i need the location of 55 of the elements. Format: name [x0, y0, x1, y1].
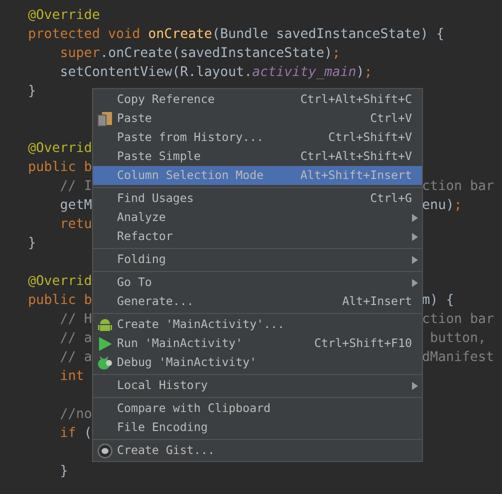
- menu-item[interactable]: Generate... Alt+Insert: [93, 292, 422, 311]
- menu-item[interactable]: Paste Simple Ctrl+Alt+Shift+V: [93, 147, 422, 166]
- code-line: button,: [429, 331, 486, 346]
- menu-item[interactable]: Create 'MainActivity'...: [93, 315, 422, 334]
- bug-icon: [97, 354, 113, 370]
- code-line: @Overrid: [28, 141, 92, 156]
- github-icon: [97, 442, 113, 458]
- play-icon: [97, 336, 113, 352]
- code-line: // a: [59, 331, 92, 346]
- code-line: // I: [59, 179, 92, 194]
- code-line: if (: [59, 426, 92, 441]
- shortcut-text: Alt+Insert: [342, 292, 412, 310]
- menu-item[interactable]: Compare with Clipboard: [93, 399, 422, 418]
- menu-item[interactable]: Run 'MainActivity' Ctrl+Shift+F10: [93, 334, 422, 353]
- code-line: dManifest: [422, 350, 494, 365]
- shortcut-text: Ctrl+Shift+V: [328, 128, 412, 146]
- shortcut-text: Ctrl+G: [370, 190, 412, 207]
- shortcut-text: Alt+Shift+Insert: [300, 166, 412, 184]
- code-line: retu: [59, 217, 92, 232]
- menu-item[interactable]: Refactor: [93, 227, 422, 246]
- code-line: public b: [28, 160, 92, 175]
- menu-item[interactable]: Local History: [93, 376, 422, 395]
- menu-item[interactable]: Copy Reference Ctrl+Alt+Shift+C: [93, 90, 422, 109]
- menu-item[interactable]: Find Usages Ctrl+G: [93, 189, 422, 208]
- android-icon: [97, 316, 113, 332]
- code-line: //no: [59, 407, 92, 422]
- code-line: ction bar: [422, 179, 494, 194]
- shortcut-text: Ctrl+Alt+Shift+V: [300, 148, 412, 165]
- code-line: getM: [59, 198, 92, 213]
- code-line: ction bar: [422, 312, 494, 327]
- code-line: super.onCreate(savedInstanceState);: [59, 46, 340, 61]
- menu-item[interactable]: File Encoding: [93, 418, 422, 437]
- menu-item[interactable]: Paste Ctrl+V: [93, 109, 422, 128]
- code-line: }: [28, 84, 36, 99]
- menu-item[interactable]: Folding: [93, 250, 422, 269]
- code-line: // H: [59, 312, 92, 327]
- code-line: setContentView(R.layout.activity_main);: [59, 65, 372, 80]
- code-line: public b: [28, 293, 92, 308]
- code-line: @Override: [28, 8, 100, 23]
- shortcut-text: Ctrl+Alt+Shift+C: [300, 90, 412, 108]
- shortcut-text: Ctrl+Shift+F10: [314, 334, 412, 352]
- code-line: // a: [59, 350, 92, 365]
- menu-item[interactable]: Create Gist...: [93, 441, 422, 460]
- code-line: int: [59, 369, 84, 384]
- code-line: @Overrid: [28, 274, 92, 289]
- code-line: enu);: [422, 198, 462, 213]
- shortcut-text: Ctrl+V: [370, 110, 412, 127]
- menu-item[interactable]: Go To: [93, 273, 422, 292]
- code-line: }: [28, 236, 36, 251]
- menu-item[interactable]: Debug 'MainActivity': [93, 353, 422, 372]
- menu-item[interactable]: Paste from History... Ctrl+Shift+V: [93, 128, 422, 147]
- code-line: }: [59, 464, 68, 479]
- clipboard-icon: [97, 110, 113, 126]
- code-line: protected void onCreate(Bundle savedInstanceState) {: [28, 27, 444, 42]
- menu-item[interactable]: Analyze: [93, 208, 422, 227]
